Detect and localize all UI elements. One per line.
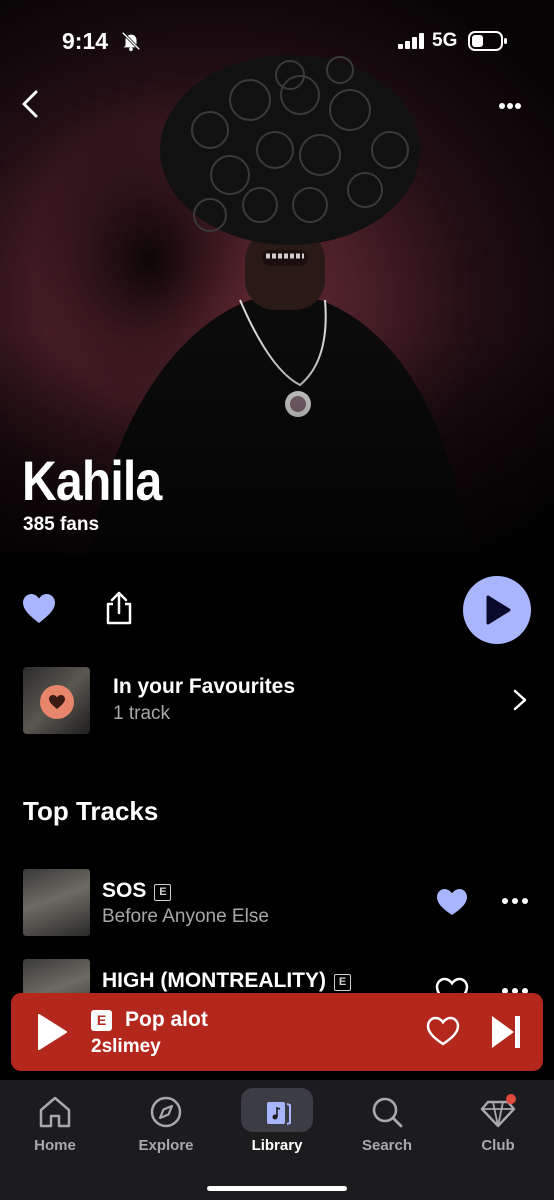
tab-explore[interactable]: Explore: [111, 1080, 221, 1170]
share-button[interactable]: [100, 590, 138, 628]
notification-dot: [506, 1094, 516, 1104]
more-options-icon[interactable]: [498, 891, 532, 911]
back-button[interactable]: [12, 84, 52, 124]
track-album: Before Anyone Else: [102, 906, 269, 927]
explicit-badge: E: [333, 974, 351, 991]
home-icon: [39, 1096, 71, 1128]
tab-search[interactable]: Search: [332, 1080, 442, 1170]
heart-icon: [49, 695, 65, 709]
library-icon: [267, 1102, 291, 1125]
skip-next-button[interactable]: [489, 1013, 523, 1051]
battery-icon: [468, 31, 507, 51]
home-indicator: [207, 1186, 347, 1191]
more-options-button[interactable]: [490, 92, 530, 120]
heart-outline-icon[interactable]: [425, 1015, 461, 1047]
now-playing-title: Pop alot: [125, 1008, 208, 1031]
status-bar: 9:14 5G: [0, 0, 554, 84]
favourites-subtitle: 1 track: [113, 703, 171, 724]
artist-name: Kahila: [22, 449, 162, 512]
track-title: SOS E: [102, 879, 172, 903]
signal-icon: [398, 33, 424, 49]
favourites-row[interactable]: In your Favourites 1 track: [0, 660, 554, 740]
tab-library[interactable]: Library: [222, 1080, 332, 1170]
tab-club[interactable]: Club: [443, 1080, 553, 1170]
tab-home[interactable]: Home: [0, 1080, 110, 1170]
favourites-title: In your Favourites: [113, 675, 296, 698]
status-time: 9:14: [62, 28, 109, 54]
follow-heart-button[interactable]: [20, 590, 58, 628]
top-tracks-heading: Top Tracks: [23, 796, 159, 826]
play-artist-button[interactable]: [463, 576, 531, 644]
play-button[interactable]: [35, 1012, 69, 1052]
play-icon: [486, 595, 511, 625]
heart-filled-icon[interactable]: [434, 886, 470, 918]
chevron-right-icon: [513, 689, 527, 711]
explicit-badge: E: [154, 884, 172, 901]
favourites-artwork: [23, 667, 90, 734]
favourite-badge: [40, 685, 74, 719]
explicit-badge: E: [91, 1010, 112, 1031]
bell-off-icon: [121, 31, 141, 52]
track-artwork: [23, 869, 90, 936]
network-label: 5G: [432, 30, 458, 51]
artist-hero: 9:14 5G Kahila 385 fans: [0, 0, 554, 553]
track-title: HIGH (MONTREALITY) E: [102, 969, 351, 993]
diamond-icon: [480, 1094, 516, 1128]
now-playing-artist: 2slimey: [91, 1036, 161, 1057]
fan-count: 385 fans: [23, 514, 100, 535]
search-icon: [372, 1097, 403, 1128]
track-row[interactable]: SOS E Before Anyone Else: [0, 869, 554, 939]
mini-player[interactable]: E Pop alot 2slimey: [11, 993, 543, 1071]
compass-icon: [150, 1096, 182, 1128]
tab-bar: Home Explore Library Search Club: [0, 1080, 554, 1200]
